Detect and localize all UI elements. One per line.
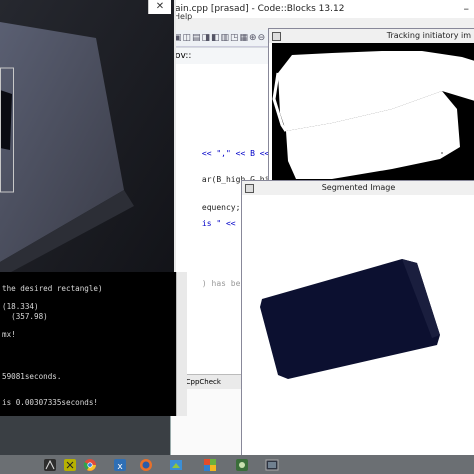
window-icon [272,32,281,41]
app-icon-6-glyph [170,459,182,470]
console-line: (18.334) [2,302,39,311]
console-line: 59081seconds. [2,372,62,381]
editor-tab[interactable]: ov:: [171,47,276,65]
camera-frame [0,0,174,282]
toolbar-icons[interactable]: ▣◫▤◨◧▥◳▦⊕⊖ [173,33,266,43]
segmented-titlebar: Segmented Image [242,181,474,195]
taskbar: x [0,455,474,474]
app-icon-9[interactable] [262,456,282,473]
camera-window[interactable]: ✕ [0,0,176,282]
svg-text:x: x [117,462,123,472]
firefox-icon[interactable] [136,456,156,473]
app-icon-8-glyph [236,458,248,471]
close-button[interactable]: ✕ [148,0,171,14]
tracking-image [272,43,474,181]
app-icon-4-glyph: x [114,458,126,472]
app-icon-2-glyph [64,458,76,471]
app-icon-7-glyph [204,458,216,471]
chrome-icon[interactable] [80,456,100,473]
window-title: ain.cpp [prasad] - Code::Blocks 13.12 [175,4,345,14]
tracking-titlebar: Tracking initiatory im [269,29,474,43]
firefox-icon-glyph [140,458,152,471]
segmented-title: Segmented Image [321,183,396,192]
app-icon-7[interactable] [200,456,220,473]
app-icon-6[interactable] [166,456,186,473]
console-line: (357.98) [2,312,48,321]
app-icon-1-glyph [44,458,56,471]
console-window[interactable]: the desired rectangle) (18.334) (357.98)… [0,272,176,416]
app-icon-8[interactable] [232,456,252,473]
tracking-title: Tracking initiatory im [386,31,471,40]
codeblocks-titlebar: ain.cpp [prasad] - Code::Blocks 13.12 – [171,0,474,18]
console-line: the desired rectangle) [2,284,103,293]
segmented-window[interactable]: Segmented Image [241,180,474,457]
window-icon [245,184,254,193]
tracking-mask-svg [272,43,474,181]
app-icon-1[interactable] [40,456,60,473]
segmented-image [242,195,473,453]
tracking-window[interactable]: Tracking initiatory im [268,28,474,182]
app-icon-9-glyph [265,459,279,470]
app-icon-2[interactable] [60,456,80,473]
tab-label: CppCheck [185,378,221,386]
app-icon-4[interactable]: x [110,456,130,473]
console-line: is 0.00307335seconds! [2,398,99,407]
chrome-icon-glyph [83,458,96,471]
console-scrollbar[interactable] [176,272,187,416]
console-line: mx! [2,330,16,339]
minimize-button[interactable]: – [464,0,470,18]
